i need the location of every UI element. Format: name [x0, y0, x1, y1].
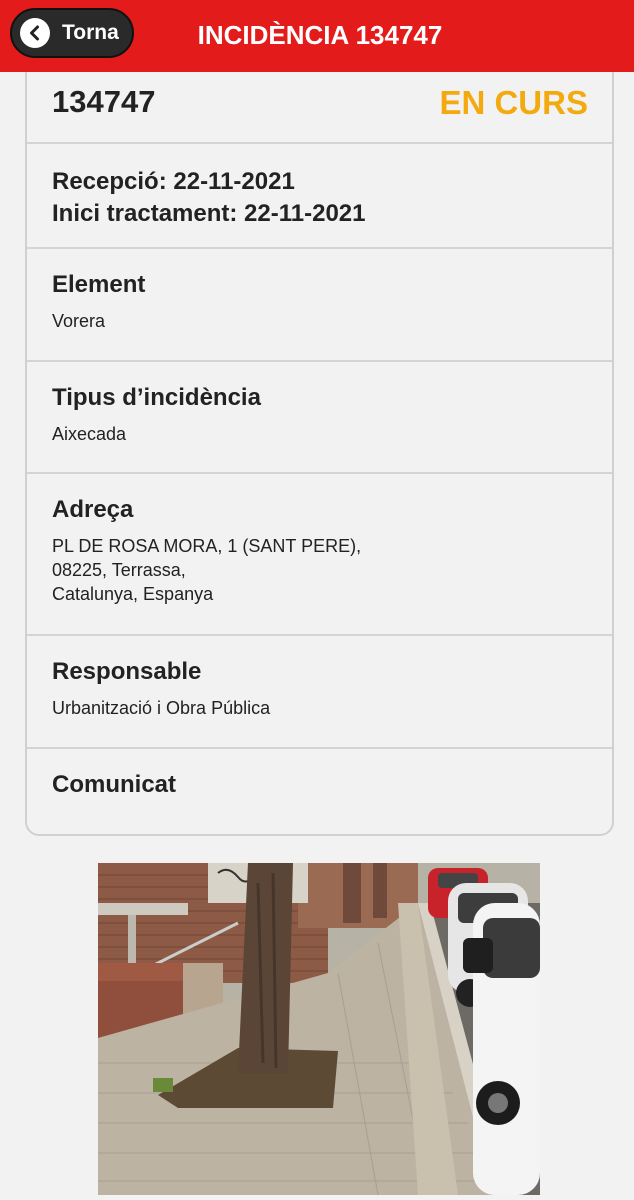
treatment-start-date: Inici tractament: 22-11-2021 [52, 200, 366, 227]
incident-photo[interactable] [98, 863, 540, 1195]
address-line-3: Catalunya, Espanya [52, 584, 214, 604]
address-row: Adreça PL DE ROSA MORA, 1 (SANT PERE), 0… [27, 474, 612, 636]
status-badge: EN CURS [439, 84, 588, 121]
type-label: Tipus d’incidència [52, 384, 261, 411]
responsible-row: Responsable Urbanització i Obra Pública [27, 636, 612, 749]
incident-card: 134747 EN CURS Recepció: 22-11-2021 Inic… [25, 72, 614, 836]
back-button[interactable]: Torna [10, 8, 134, 58]
incident-id-row: 134747 EN CURS [27, 72, 612, 144]
responsible-label: Responsable [52, 658, 202, 685]
sidewalk-photo-image [98, 863, 540, 1195]
element-label: Element [52, 271, 146, 298]
address-line-1: PL DE ROSA MORA, 1 (SANT PERE), [52, 536, 362, 556]
element-value: Vorera [52, 311, 106, 331]
back-button-label: Torna [62, 21, 119, 44]
type-value: Aixecada [52, 424, 127, 444]
element-row: Element Vorera [27, 249, 612, 362]
dates-block: Recepció: 22-11-2021 Inici tractament: 2… [52, 166, 366, 230]
communicated-label: Comunicat [52, 771, 177, 798]
address-label: Adreça [52, 496, 134, 523]
communicated-row[interactable]: Comunicat [27, 749, 612, 834]
address-value: PL DE ROSA MORA, 1 (SANT PERE), 08225, T… [52, 534, 361, 606]
responsible-value: Urbanització i Obra Pública [52, 698, 271, 718]
page-title: INCIDÈNCIA 134747 [197, 20, 443, 50]
reception-date: Recepció: 22-11-2021 [52, 168, 295, 195]
dates-row: Recepció: 22-11-2021 Inici tractament: 2… [27, 144, 612, 249]
incident-id: 134747 [52, 84, 156, 119]
address-line-2: 08225, Terrassa, [52, 560, 186, 580]
app-header: Torna INCIDÈNCIA 134747 [0, 0, 634, 72]
type-row: Tipus d’incidència Aixecada [27, 362, 612, 474]
chevron-left-icon [20, 18, 50, 48]
